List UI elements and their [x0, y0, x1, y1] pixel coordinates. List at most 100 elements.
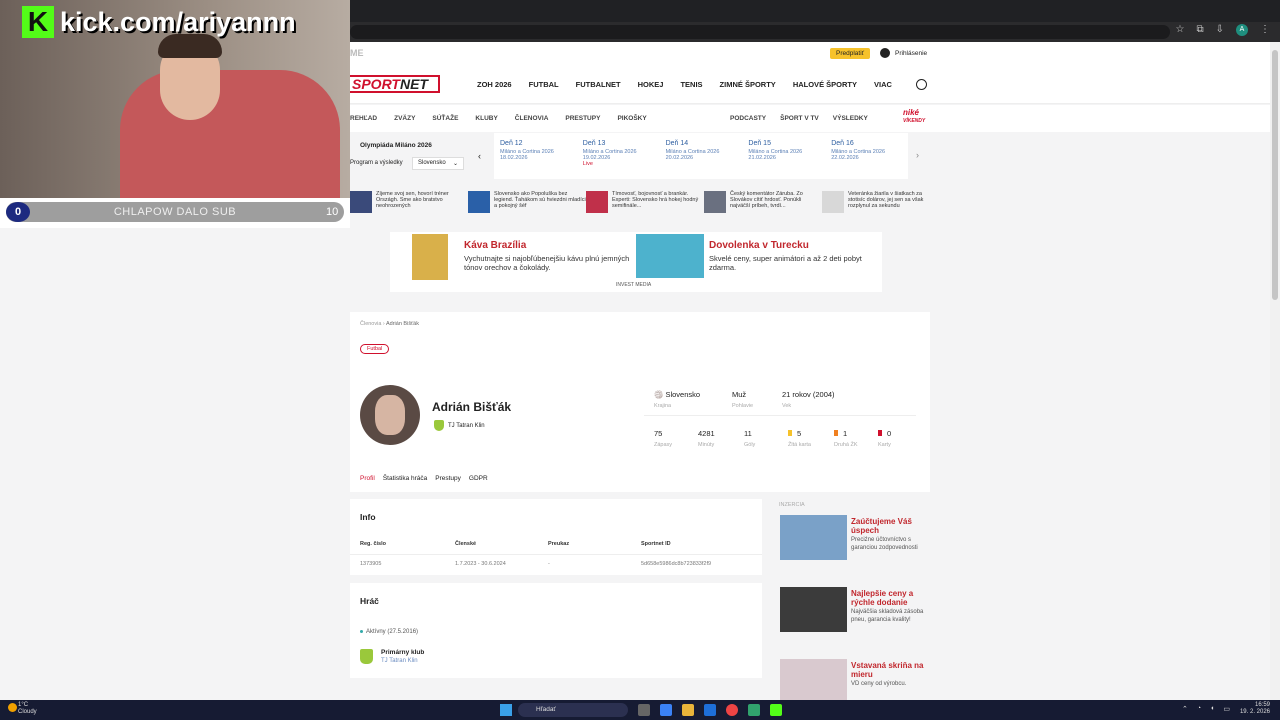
day-label: Deň 13	[582, 140, 606, 147]
club-crest-icon	[434, 420, 444, 431]
clock[interactable]: 16:59 19. 2. 2026	[1240, 702, 1270, 716]
subnav-right-item[interactable]: VÝSLEDKY	[833, 115, 868, 122]
windows-start-icon[interactable]	[500, 704, 512, 716]
nav-item[interactable]: ZIMNÉ ŠPORTY	[720, 80, 776, 89]
nav-item[interactable]: ZOH 2026	[477, 80, 512, 89]
news-item[interactable]: Tímovosť, bojovnosť a brankár. Experti: …	[586, 191, 704, 221]
subnav-item[interactable]: KLUBY	[475, 115, 497, 122]
profile-avatar[interactable]: A	[1236, 24, 1248, 36]
profile-tab[interactable]: GDPR	[469, 475, 488, 482]
ad-banner[interactable]: Káva Brazília Vychutnajte si najobľúbene…	[390, 232, 882, 292]
sub-count-current: 0	[6, 202, 30, 222]
olympics-title: Olympiáda Miláno 2026	[360, 142, 432, 149]
profile-tab[interactable]: Profil	[360, 475, 375, 482]
search-icon[interactable]	[916, 79, 927, 90]
menu-icon[interactable]: ⋮	[1260, 24, 1270, 36]
nike-sub: VÍKENDY	[903, 118, 926, 124]
stat-item: 0 Karty	[878, 429, 891, 448]
stat-value: 4281	[698, 429, 715, 438]
info-value: 1.7.2023 - 30.6.2024	[455, 561, 506, 567]
sidebar-ad-2[interactable]: Najlepšie ceny a rýchle dodanie Najväčšia…	[779, 583, 929, 643]
address-bar[interactable]	[350, 25, 1170, 39]
profile-tab[interactable]: Prestupy	[435, 475, 461, 482]
sidebar-ad-3[interactable]: Vstavaná skriňa na mieru VD ceny od výrob…	[779, 655, 929, 700]
weather-icon[interactable]	[8, 703, 17, 712]
top-line: ME Predplatiť Prihlásenie	[350, 42, 1270, 66]
extensions-icon[interactable]: ⧉	[1196, 24, 1203, 36]
chrome-icon[interactable]	[726, 704, 738, 716]
program-select[interactable]: Program a výsledky	[350, 158, 403, 168]
login-link[interactable]: Prihlásenie	[880, 48, 927, 58]
stat-label: Minúty	[698, 442, 715, 448]
copilot-icon[interactable]	[660, 704, 672, 716]
gender-value: Muž	[732, 390, 747, 399]
battery-icon[interactable]: ▭	[1223, 705, 1230, 713]
taskbar-search[interactable]: Hľadať	[518, 703, 628, 717]
task-view-icon[interactable]	[638, 704, 650, 716]
news-headline: Veteránka žiarila v šiatkach za stotisíc…	[848, 191, 924, 209]
info-header: Sportnet ID	[641, 541, 671, 547]
webcam-person-hoodie	[120, 70, 340, 198]
app-icon[interactable]	[748, 704, 760, 716]
scrollbar[interactable]	[1270, 42, 1280, 700]
sportnet-logo[interactable]: SPORTNET	[350, 75, 440, 93]
country-select[interactable]: Slovensko ⌄	[412, 157, 464, 170]
ad-heading-1[interactable]: Káva Brazília	[464, 240, 526, 251]
info-value: 5d658e5986dc8b723833f2f9	[641, 561, 712, 567]
chevron-right-icon[interactable]: ›	[916, 150, 919, 160]
stat-value: 5	[788, 429, 811, 438]
subnav-item[interactable]: SÚŤAŽE	[432, 115, 458, 122]
stat-label: Góly	[744, 442, 756, 448]
news-item[interactable]: Český komentátor Záruba. Zo Slovákov cít…	[704, 191, 822, 221]
nav-item[interactable]: TENIS	[680, 80, 702, 89]
ad-heading-2[interactable]: Dovolenka v Turecku	[709, 240, 809, 251]
nike-vikendy-logo[interactable]: niké VÍKENDY	[903, 109, 925, 125]
subnav-item[interactable]: ČLENOVIA	[515, 115, 549, 122]
subnav-right-item[interactable]: PODCASTY	[730, 115, 766, 122]
news-item[interactable]: Zíjeme svoj sen, hovorí tréner Országh. …	[350, 191, 468, 221]
player-club[interactable]: TJ Tatran Klin	[434, 420, 485, 431]
download-icon[interactable]: ⇩	[1216, 24, 1224, 36]
subnav-item[interactable]: ZVÄZY	[394, 115, 415, 122]
day-item[interactable]: Deň 15 Miláno a Cortina 2026 21.02.2026	[742, 133, 825, 179]
day-item[interactable]: Deň 12 Miláno a Cortina 2026 18.02.2026	[494, 133, 577, 179]
kick-app-icon[interactable]	[770, 704, 782, 716]
scrollbar-thumb[interactable]	[1272, 50, 1278, 300]
subscribe-button[interactable]: Predplatiť	[830, 48, 871, 59]
nav-item[interactable]: HALOVÉ ŠPORTY	[793, 80, 857, 89]
news-item[interactable]: Veteránka žiarila v šiatkach za stotisíc…	[822, 191, 940, 221]
subnav-item[interactable]: PIKOŠKY	[617, 115, 646, 122]
stat-number: 0	[887, 429, 892, 438]
nav-item[interactable]: FUTBAL	[529, 80, 559, 89]
breadcrumb-members[interactable]: Členovia	[360, 321, 381, 327]
subnav-item[interactable]: PRESTUPY	[565, 115, 600, 122]
player-club-label: TJ Tatran Klin	[448, 422, 485, 429]
primary-club-link[interactable]: TJ Tatran Klin	[381, 658, 424, 664]
weather-widget[interactable]: 1°C Cloudy	[18, 702, 37, 716]
day-item[interactable]: Deň 16 Miláno a Cortina 2026 22.02.2026	[825, 133, 908, 179]
file-explorer-icon[interactable]	[682, 704, 694, 716]
stat-value: 11	[744, 429, 755, 438]
player-facts: 🏐 Slovensko Krajina Muž Pohlavie 21 rokov …	[644, 384, 916, 460]
subnav-right-item[interactable]: ŠPORT V TV	[780, 115, 819, 122]
age-label: Vek	[782, 403, 792, 409]
nav-item[interactable]: HOKEJ	[638, 80, 664, 89]
subnav-item[interactable]: REHĽAD	[350, 115, 377, 122]
network-icon[interactable]: ◔	[1197, 705, 1201, 713]
day-item[interactable]: Deň 14 Miláno a Cortina 2026 20.02.2026	[660, 133, 743, 179]
outlook-icon[interactable]	[704, 704, 716, 716]
chevron-left-icon[interactable]: ‹	[478, 151, 481, 161]
volume-icon[interactable]: ◖	[1210, 705, 1214, 713]
news-item[interactable]: Slovensko ako Popoluška bez legiend. Ťah…	[468, 191, 586, 221]
nav-item[interactable]: VIAC	[874, 80, 892, 89]
country-select-value: Slovensko	[418, 160, 446, 166]
nav-item[interactable]: FUTBALNET	[576, 80, 621, 89]
day-item[interactable]: Deň 13 Miláno a Cortina 2026 19.02.2026 Liv…	[577, 133, 660, 179]
sub-goal-message: CHLAPOW DALO SUB	[113, 206, 237, 218]
star-icon[interactable]: ☆	[1176, 24, 1185, 36]
chevron-up-icon[interactable]: ⌃	[1182, 705, 1188, 713]
profile-tab[interactable]: Štatistika hráča	[383, 475, 427, 482]
sport-tag[interactable]: Futbal	[360, 344, 390, 354]
sidebar-ad-1[interactable]: Zaúčtujeme Váš úspech Preciźne účtovníctv…	[779, 511, 929, 571]
news-headline: Slovensko ako Popoluška bez legiend. Ťah…	[494, 191, 586, 209]
